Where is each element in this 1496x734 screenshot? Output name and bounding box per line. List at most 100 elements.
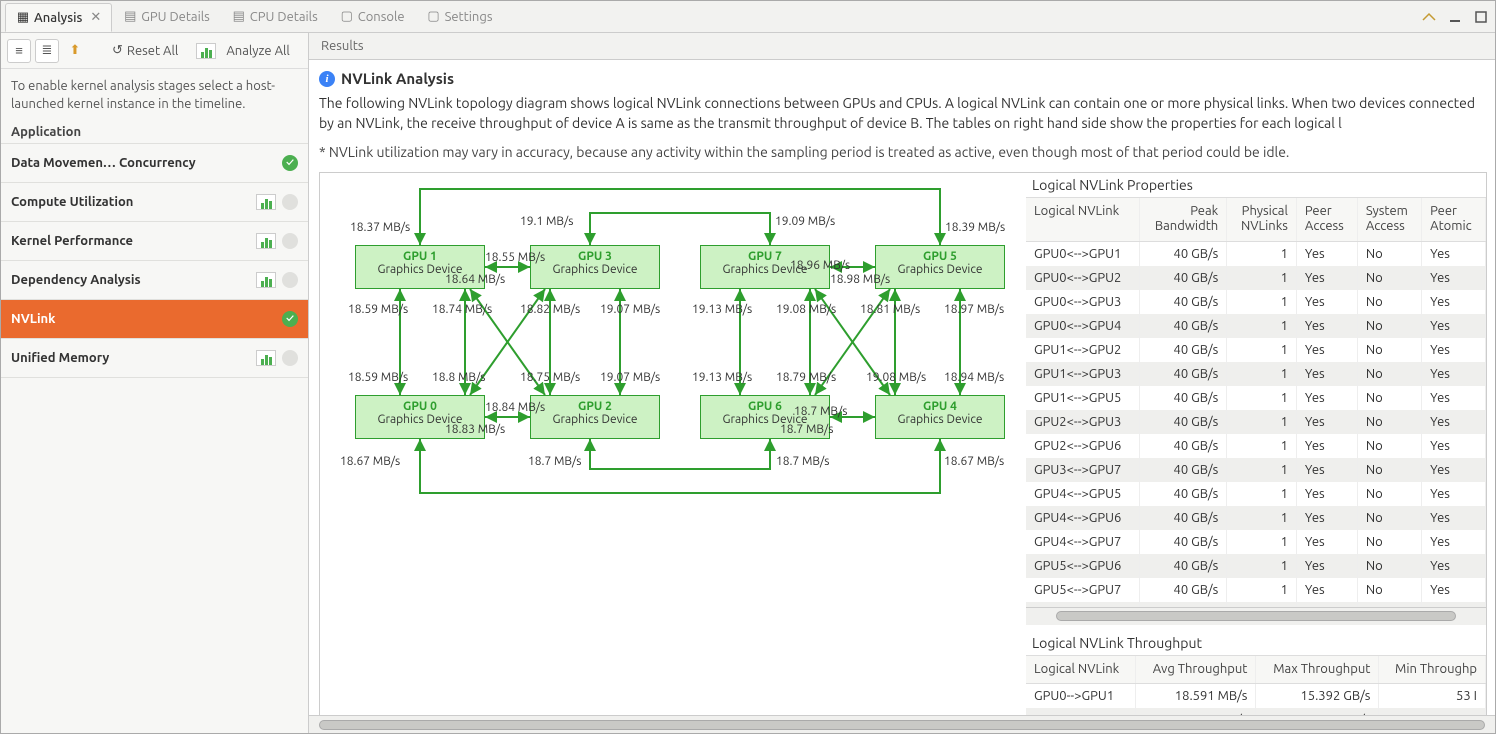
table-row[interactable]: GPU0<--GPU118.593 MB/s15.367 GB/s53 I <box>1026 708 1486 715</box>
throughput-value: 18.97 MB/s <box>944 303 1004 316</box>
stage-compute-utilization[interactable]: Compute Utilization <box>1 182 308 222</box>
table-row[interactable]: GPU2<-->GPU340 GB/s1YesNoYes <box>1026 410 1486 434</box>
table-row[interactable]: GPU0<-->GPU140 GB/s1YesNoYes <box>1026 241 1486 266</box>
col-max[interactable]: Max Throughput <box>1256 656 1379 684</box>
throughput-value: 18.83 MB/s <box>445 423 505 436</box>
table-row[interactable]: GPU5<-->GPU640 GB/s1YesNoYes <box>1026 554 1486 578</box>
table-row[interactable]: GPU0<-->GPU240 GB/s1YesNoYes <box>1026 266 1486 290</box>
table-row[interactable]: GPU4<-->GPU640 GB/s1YesNoYes <box>1026 506 1486 530</box>
col-physical[interactable]: Physical NVLinks <box>1227 198 1297 242</box>
throughput-value: 18.67 MB/s <box>944 455 1004 468</box>
results-title: NVLink Analysis <box>341 70 454 87</box>
table-row[interactable]: GPU0<-->GPU440 GB/s1YesNoYes <box>1026 314 1486 338</box>
tab-label: Console <box>358 10 405 24</box>
stage-kernel-performance[interactable]: Kernel Performance <box>1 221 308 261</box>
close-icon[interactable]: ✕ <box>90 10 101 25</box>
check-icon: ✓ <box>282 155 298 171</box>
bar-chart-icon <box>256 272 276 288</box>
throughput-value: 19.08 MB/s <box>866 371 926 384</box>
throughput-value: 18.8 MB/s <box>432 371 486 384</box>
table-icon: ▤ <box>232 10 246 24</box>
throughput-value: 18.98 MB/s <box>830 273 890 286</box>
col-system-access[interactable]: System Access <box>1357 198 1421 242</box>
col-peak-bw[interactable]: Peak Bandwidth <box>1139 198 1227 242</box>
results-header: Results <box>309 33 1495 60</box>
collapse-icon[interactable] <box>1419 7 1439 27</box>
throughput-value: 19.13 MB/s <box>692 371 752 384</box>
tab-settings[interactable]: ▢ Settings <box>416 3 504 31</box>
tab-cpu-details[interactable]: ▤ CPU Details <box>221 3 329 31</box>
tab-label: CPU Details <box>250 10 318 24</box>
up-arrow-icon[interactable]: ⬆ <box>63 39 87 63</box>
reset-icon: ↺ <box>112 43 123 58</box>
throughput-value: 18.7 MB/s <box>528 455 582 468</box>
col-logical[interactable]: Logical NVLink <box>1026 198 1139 242</box>
reset-label: Reset All <box>127 44 178 58</box>
check-icon: ✓ <box>282 311 298 327</box>
col-peer-atomic[interactable]: Peer Atomic <box>1422 198 1486 242</box>
gpu-node-5: GPU 5Graphics Device <box>875 245 1005 289</box>
tab-console[interactable]: ▢ Console <box>329 3 416 31</box>
throughput-value: 18.64 MB/s <box>445 273 505 286</box>
throughput-value: 18.37 MB/s <box>350 221 410 234</box>
properties-table-title: Logical NVLink Properties <box>1026 173 1486 197</box>
stage-dependency-analysis[interactable]: Dependency Analysis <box>1 260 308 300</box>
tab-analysis[interactable]: ▦ Analysis ✕ <box>5 3 112 32</box>
analysis-icon: ▦ <box>16 11 30 25</box>
throughput-value: 18.7 MB/s <box>780 423 834 436</box>
throughput-value: 19.09 MB/s <box>775 215 835 228</box>
gpu-node-4: GPU 4Graphics Device <box>875 395 1005 439</box>
col-peer-access[interactable]: Peer Access <box>1296 198 1357 242</box>
bar-chart-icon <box>256 233 276 249</box>
side-info-text: To enable kernel analysis stages select … <box>1 69 308 121</box>
col-logical[interactable]: Logical NVLink <box>1026 656 1136 684</box>
status-none-icon <box>282 272 298 288</box>
table-row[interactable]: GPU4<-->GPU540 GB/s1YesNoYes <box>1026 482 1486 506</box>
content-horizontal-scrollbar[interactable] <box>309 715 1495 733</box>
maximize-icon[interactable] <box>1471 7 1491 27</box>
table-row[interactable]: GPU3<-->GPU740 GB/s1YesNoYes <box>1026 458 1486 482</box>
settings-icon: ▢ <box>427 10 441 24</box>
properties-table: Logical NVLink Peak Bandwidth Physical N… <box>1026 198 1486 607</box>
throughput-value: 19.13 MB/s <box>692 303 752 316</box>
throughput-value: 18.39 MB/s <box>945 221 1005 234</box>
minimize-icon[interactable] <box>1445 7 1465 27</box>
table-row[interactable]: GPU2<-->GPU640 GB/s1YesNoYes <box>1026 434 1486 458</box>
throughput-value: 18.81 MB/s <box>860 303 920 316</box>
stage-data-movement[interactable]: Data Movemen… Concurrency ✓ <box>1 143 308 183</box>
analyze-label: Analyze All <box>226 44 290 58</box>
collapse-all-button[interactable]: ≣ <box>35 39 59 63</box>
throughput-value: 18.67 MB/s <box>340 455 400 468</box>
section-application: Application <box>1 121 308 143</box>
results-description: The following NVLink topology diagram sh… <box>319 93 1495 144</box>
throughput-value: 18.79 MB/s <box>776 371 836 384</box>
tab-gpu-details[interactable]: ▤ GPU Details <box>112 3 221 31</box>
sidebar: ≡ ≣ ⬆ ↺ Reset All Analyze All To enable … <box>1 33 309 733</box>
table-icon: ▤ <box>123 10 137 24</box>
reset-all-button[interactable]: ↺ Reset All <box>105 39 185 62</box>
stage-unified-memory[interactable]: Unified Memory <box>1 338 308 378</box>
analyze-all-button[interactable]: Analyze All <box>189 39 297 63</box>
table-row[interactable]: GPU1<-->GPU340 GB/s1YesNoYes <box>1026 362 1486 386</box>
throughput-value: 19.1 MB/s <box>520 215 574 228</box>
col-min[interactable]: Min Throughp <box>1379 656 1486 684</box>
console-icon: ▢ <box>340 10 354 24</box>
expand-all-button[interactable]: ≡ <box>7 39 31 63</box>
throughput-value: 18.55 MB/s <box>485 251 545 264</box>
table-row[interactable]: GPU1<-->GPU540 GB/s1YesNoYes <box>1026 386 1486 410</box>
tab-label: GPU Details <box>141 10 210 24</box>
table-row[interactable]: GPU1<-->GPU240 GB/s1YesNoYes <box>1026 338 1486 362</box>
tab-label: Settings <box>445 10 493 24</box>
horizontal-scrollbar[interactable] <box>1026 607 1486 625</box>
nvlink-topology-diagram: GPU 1Graphics Device GPU 3Graphics Devic… <box>320 173 1020 697</box>
table-row[interactable]: GPU0<-->GPU340 GB/s1YesNoYes <box>1026 290 1486 314</box>
info-icon: i <box>319 71 335 87</box>
table-row[interactable]: GPU4<-->GPU740 GB/s1YesNoYes <box>1026 530 1486 554</box>
table-row[interactable]: GPU5<-->GPU740 GB/s1YesNoYes <box>1026 578 1486 602</box>
stage-nvlink[interactable]: NVLink ✓ <box>1 299 308 339</box>
tab-label: Analysis <box>34 11 82 25</box>
table-row[interactable]: GPU0-->GPU118.591 MB/s15.392 GB/s53 I <box>1026 684 1486 709</box>
status-none-icon <box>282 233 298 249</box>
throughput-value: 18.82 MB/s <box>520 303 580 316</box>
col-avg[interactable]: Avg Throughput <box>1136 656 1256 684</box>
